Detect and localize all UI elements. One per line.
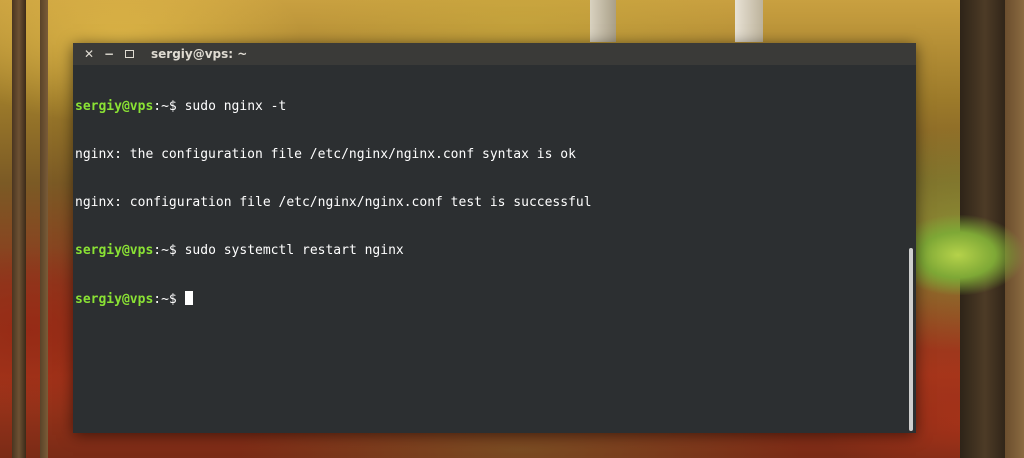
vertical-scrollbar[interactable] bbox=[906, 65, 916, 433]
command-text bbox=[177, 292, 185, 307]
output-text: nginx: the configuration file /etc/nginx… bbox=[75, 147, 576, 162]
prompt-user-host: sergiy@vps bbox=[75, 99, 154, 114]
prompt-path: :~$ bbox=[153, 292, 177, 307]
wallpaper-tree-trunk bbox=[12, 0, 26, 458]
wallpaper-tree-trunk bbox=[590, 0, 616, 42]
minimize-button[interactable]: − bbox=[99, 43, 119, 65]
wallpaper-tree-trunk bbox=[735, 0, 763, 42]
terminal-line: nginx: configuration file /etc/nginx/ngi… bbox=[75, 195, 906, 211]
window-title: sergiy@vps: ~ bbox=[151, 47, 248, 61]
terminal-line: sergiy@vps:~$ sudo nginx -t bbox=[75, 99, 906, 115]
prompt-path: :~$ bbox=[153, 99, 177, 114]
command-text: sudo nginx -t bbox=[176, 99, 287, 114]
title-bar[interactable]: ✕ − sergiy@vps: ~ bbox=[73, 43, 916, 65]
output-text: nginx: configuration file /etc/nginx/ngi… bbox=[75, 195, 592, 210]
command-text: sudo systemctl restart nginx bbox=[176, 243, 404, 258]
minimize-icon: − bbox=[103, 47, 115, 61]
terminal-line: nginx: the configuration file /etc/nginx… bbox=[75, 147, 906, 163]
wallpaper-leaves bbox=[914, 215, 1024, 295]
wallpaper-tree-trunk bbox=[40, 0, 48, 458]
maximize-button[interactable] bbox=[119, 43, 139, 65]
terminal-output[interactable]: sergiy@vps:~$ sudo nginx -t nginx: the c… bbox=[73, 65, 906, 433]
prompt-user-host: sergiy@vps bbox=[75, 292, 154, 307]
prompt-user-host: sergiy@vps bbox=[75, 243, 154, 258]
terminal-window[interactable]: ✕ − sergiy@vps: ~ sergiy@vps:~$ sudo ngi… bbox=[73, 43, 916, 433]
terminal-line: sergiy@vps:~$ sudo systemctl restart ngi… bbox=[75, 243, 906, 259]
close-button[interactable]: ✕ bbox=[79, 43, 99, 65]
terminal-line: sergiy@vps:~$ bbox=[75, 291, 906, 307]
maximize-icon bbox=[124, 50, 134, 58]
close-icon: ✕ bbox=[83, 47, 95, 61]
scrollbar-thumb[interactable] bbox=[909, 248, 913, 431]
text-cursor bbox=[184, 291, 193, 305]
prompt-path: :~$ bbox=[153, 243, 177, 258]
